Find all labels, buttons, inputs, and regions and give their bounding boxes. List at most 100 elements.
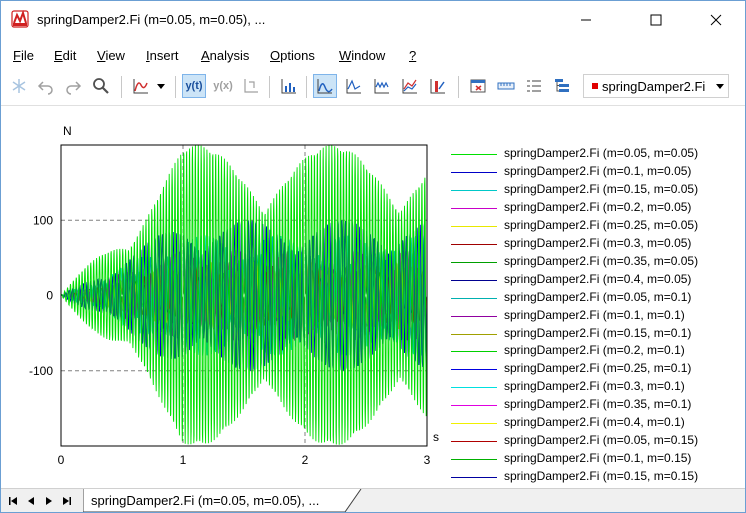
- list-button[interactable]: [522, 74, 546, 98]
- x-tick-label: 3: [424, 453, 431, 467]
- ruler-button[interactable]: [494, 74, 518, 98]
- legend-swatch: [451, 171, 497, 173]
- bar-chart-icon: [281, 79, 296, 94]
- legend-swatch: [451, 387, 497, 389]
- maximize-icon: [650, 14, 662, 26]
- axis-link-button[interactable]: [239, 74, 263, 98]
- last-icon: [63, 497, 71, 505]
- window-delete-button[interactable]: [466, 74, 490, 98]
- legend-entry[interactable]: springDamper2.Fi (m=0.25, m=0.1): [451, 361, 741, 378]
- plot-area[interactable]: 100 0 -100 0 1 2 3 N s springDamper2.Fi (m=0.0…: [1, 105, 745, 488]
- legend-label: springDamper2.Fi (m=0.05, m=0.1): [504, 289, 692, 304]
- legend-label: springDamper2.Fi (m=0.1, m=0.15): [504, 451, 692, 466]
- legend-entry[interactable]: springDamper2.Fi (m=0.4, m=0.05): [451, 272, 741, 289]
- legend-swatch: [451, 477, 497, 479]
- legend-entry[interactable]: springDamper2.Fi (m=0.15, m=0.15): [451, 469, 741, 486]
- maximize-button[interactable]: [633, 1, 679, 39]
- menu-analysis[interactable]: Analysis: [201, 48, 249, 63]
- first-tab-button[interactable]: [7, 495, 19, 507]
- legend-swatch: [451, 369, 497, 371]
- menu-options[interactable]: Options: [270, 48, 315, 63]
- legend-swatch: [451, 243, 497, 245]
- legend-label: springDamper2.Fi (m=0.2, m=0.05): [504, 199, 692, 214]
- legend-swatch: [451, 207, 497, 209]
- legend-entry[interactable]: springDamper2.Fi (m=0.2, m=0.1): [451, 343, 741, 360]
- x-tick-label: 0: [58, 453, 65, 467]
- y-of-x-button[interactable]: y(x): [211, 74, 235, 98]
- curve-style-button[interactable]: [129, 74, 153, 98]
- menu-window[interactable]: Window: [339, 48, 385, 63]
- legend-swatch: [451, 351, 497, 353]
- previous-tab-button[interactable]: [25, 495, 37, 507]
- curve-icon: [133, 79, 148, 94]
- plot-mode-4-button[interactable]: [398, 74, 422, 98]
- legend-entry[interactable]: springDamper2.Fi (m=0.3, m=0.05): [451, 236, 741, 253]
- menu-view[interactable]: View: [97, 48, 125, 63]
- series-layer: [61, 145, 427, 445]
- legend-entry[interactable]: springDamper2.Fi (m=0.05, m=0.1): [451, 290, 741, 307]
- menu-options-label: ptions: [280, 48, 315, 63]
- y-tick-label: 100: [33, 213, 53, 227]
- legend-label: springDamper2.Fi (m=0.4, m=0.05): [504, 271, 692, 286]
- legend-entry[interactable]: springDamper2.Fi (m=0.15, m=0.05): [451, 182, 741, 199]
- last-tab-button[interactable]: [61, 495, 73, 507]
- menu-edit[interactable]: Edit: [54, 48, 76, 63]
- title-bar[interactable]: springDamper2.Fi (m=0.05, m=0.05), ...: [1, 1, 745, 39]
- chevron-down-icon: [716, 84, 724, 89]
- legend-entry[interactable]: springDamper2.Fi (m=0.35, m=0.1): [451, 397, 741, 414]
- legend-swatch: [451, 225, 497, 227]
- menu-help[interactable]: ?: [409, 48, 416, 63]
- legend-entry[interactable]: springDamper2.Fi (m=0.1, m=0.05): [451, 164, 741, 181]
- menu-window-label: indow: [351, 48, 386, 63]
- legend: springDamper2.Fi (m=0.05, m=0.05) springD…: [451, 146, 741, 487]
- series-line: [61, 145, 427, 445]
- bar-chart-button[interactable]: [277, 74, 301, 98]
- plot-mode-1-button[interactable]: [313, 74, 337, 98]
- menu-insert[interactable]: Insert: [146, 48, 179, 63]
- legend-label: springDamper2.Fi (m=0.05, m=0.05): [504, 146, 699, 160]
- toolbar-separator: [269, 76, 270, 98]
- y-of-x-label: y(x): [213, 80, 233, 92]
- toolbar-separator: [458, 76, 459, 98]
- redo-button[interactable]: [61, 74, 85, 98]
- legend-swatch: [451, 297, 497, 299]
- legend-swatch: [451, 279, 497, 281]
- close-button[interactable]: [693, 1, 739, 39]
- y-of-t-button[interactable]: y(t): [182, 74, 206, 98]
- legend-entry[interactable]: springDamper2.Fi (m=0.25, m=0.05): [451, 218, 741, 235]
- tree-view-button[interactable]: [550, 74, 574, 98]
- menu-view-label: iew: [105, 48, 125, 63]
- legend-entry[interactable]: springDamper2.Fi (m=0.3, m=0.1): [451, 379, 741, 396]
- undo-icon: [37, 81, 53, 95]
- menu-file[interactable]: File: [13, 48, 34, 63]
- legend-entry[interactable]: springDamper2.Fi (m=0.1, m=0.15): [451, 451, 741, 468]
- legend-label: springDamper2.Fi (m=0.15, m=0.05): [504, 181, 699, 196]
- legend-label: springDamper2.Fi (m=0.1, m=0.05): [504, 163, 692, 178]
- toolbar-separator: [175, 76, 176, 98]
- redo-icon: [66, 81, 82, 95]
- plot-mode-2-button[interactable]: [342, 74, 366, 98]
- legend-entry[interactable]: springDamper2.Fi (m=0.15, m=0.1): [451, 326, 741, 343]
- signal-selector[interactable]: springDamper2.Fi: [583, 74, 729, 98]
- undo-button[interactable]: [34, 74, 58, 98]
- freeze-button[interactable]: [7, 74, 31, 98]
- legend-entry[interactable]: springDamper2.Fi (m=0.2, m=0.05): [451, 200, 741, 217]
- next-tab-button[interactable]: [43, 495, 55, 507]
- legend-entry[interactable]: springDamper2.Fi (m=0.05, m=0.05): [451, 146, 741, 163]
- legend-label: springDamper2.Fi (m=0.15, m=0.15): [504, 469, 699, 484]
- legend-label: springDamper2.Fi (m=0.4, m=0.1): [504, 415, 685, 430]
- legend-entry[interactable]: springDamper2.Fi (m=0.1, m=0.1): [451, 308, 741, 325]
- window-close-icon: [470, 79, 486, 93]
- legend-entry[interactable]: springDamper2.Fi (m=0.4, m=0.1): [451, 415, 741, 432]
- plot-mode-5-button[interactable]: [426, 74, 450, 98]
- minimize-button[interactable]: [563, 1, 609, 39]
- toolbar-separator: [306, 76, 307, 98]
- legend-swatch: [451, 441, 497, 443]
- legend-label: springDamper2.Fi (m=0.3, m=0.05): [504, 235, 692, 250]
- menu-edit-label: dit: [62, 48, 77, 63]
- legend-entry[interactable]: springDamper2.Fi (m=0.35, m=0.05): [451, 254, 741, 271]
- plot-mode-3-button[interactable]: [370, 74, 394, 98]
- zoom-button[interactable]: [89, 74, 113, 98]
- curve-style-dropdown[interactable]: [153, 74, 169, 98]
- legend-entry[interactable]: springDamper2.Fi (m=0.05, m=0.15): [451, 433, 741, 450]
